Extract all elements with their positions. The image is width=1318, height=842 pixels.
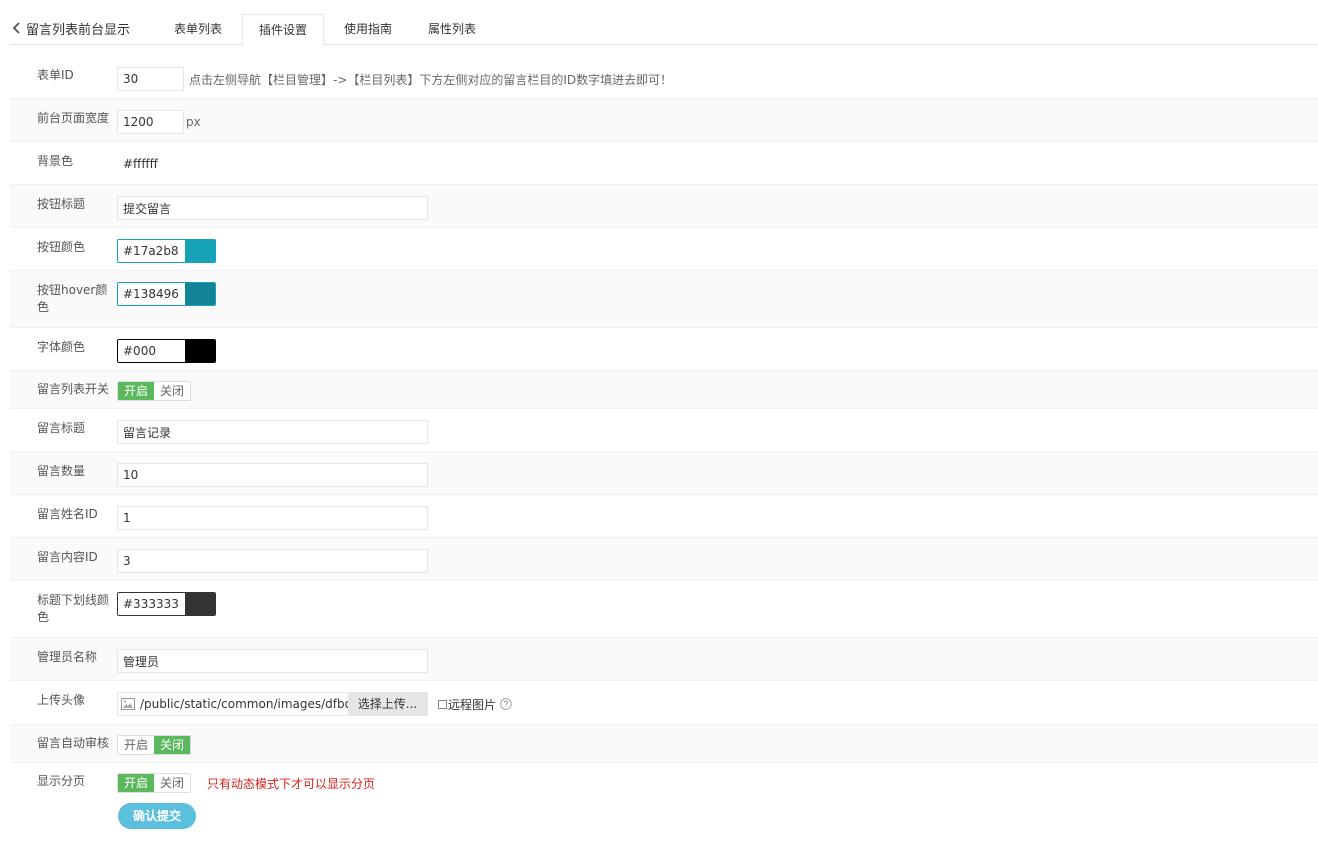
button-color-label: 按钮颜色 — [37, 240, 86, 254]
message-title-input[interactable] — [117, 420, 428, 444]
back-link[interactable]: 留言列表前台显示 — [10, 18, 130, 38]
form-id-hint: 点击左侧导航【栏目管理】->【栏目列表】下方左侧对应的留言栏目的ID数字填进去即… — [189, 72, 673, 87]
remote-image-option[interactable]: 远程图片 — [438, 696, 512, 713]
avatar-path[interactable]: /public/static/common/images/dfboy.png — [140, 697, 348, 711]
settings-form: 表单ID 点击左侧导航【栏目管理】->【栏目列表】下方左侧对应的留言栏目的ID数… — [10, 55, 1318, 833]
form-row-message-count: 留言数量 — [10, 452, 1318, 495]
button-color-swatch[interactable] — [185, 240, 215, 262]
avatar-label: 上传头像 — [37, 693, 86, 707]
name-id-label: 留言姓名ID — [37, 507, 98, 521]
message-title-label: 留言标题 — [37, 421, 86, 435]
form-row-avatar: 上传头像 /public/static/common/images/dfboy.… — [10, 681, 1318, 725]
button-color-picker — [117, 239, 216, 263]
form-row-page-width: 前台页面宽度 px — [10, 99, 1318, 142]
auto-review-toggle: 开启 关闭 — [117, 735, 192, 755]
avatar-upload: /public/static/common/images/dfboy.png 选… — [117, 692, 428, 716]
image-icon — [121, 698, 135, 710]
pagination-off[interactable]: 关闭 — [154, 774, 191, 792]
pagination-label: 显示分页 — [37, 774, 86, 788]
button-title-input[interactable] — [117, 196, 428, 220]
tab-usage-guide[interactable]: 使用指南 — [328, 14, 408, 45]
remote-image-label: 远程图片 — [448, 697, 497, 712]
page-header: 留言列表前台显示 表单列表 插件设置 使用指南 属性列表 — [10, 14, 1318, 46]
title-underline-color-picker — [117, 592, 216, 616]
pagination-on[interactable]: 开启 — [118, 774, 155, 792]
tab-form-list[interactable]: 表单列表 — [158, 14, 238, 45]
button-hover-color-picker — [117, 282, 216, 306]
content-id-input[interactable] — [117, 549, 428, 573]
avatar-upload-button[interactable]: 选择上传... — [348, 693, 427, 715]
chevron-left-icon — [12, 22, 20, 34]
form-row-content-id: 留言内容ID — [10, 538, 1318, 581]
form-row-form-id: 表单ID 点击左侧导航【栏目管理】->【栏目列表】下方左侧对应的留言栏目的ID数… — [10, 55, 1318, 99]
list-switch-label: 留言列表开关 — [37, 382, 110, 396]
form-row-button-hover-color: 按钮hover颜色 — [10, 271, 1318, 328]
list-switch-on[interactable]: 开启 — [118, 382, 155, 400]
tab-attribute-list[interactable]: 属性列表 — [412, 14, 492, 45]
form-row-bg-color: 背景色 #ffffff — [10, 142, 1318, 185]
tab-bar: 表单列表 插件设置 使用指南 属性列表 — [158, 14, 496, 46]
title-underline-color-input[interactable] — [118, 593, 185, 615]
submit-button[interactable]: 确认提交 — [118, 803, 196, 829]
button-title-label: 按钮标题 — [37, 197, 86, 211]
button-hover-color-input[interactable] — [118, 283, 185, 305]
content-id-label: 留言内容ID — [37, 550, 98, 564]
remote-image-checkbox[interactable] — [438, 699, 447, 709]
form-row-list-switch: 留言列表开关 开启 关闭 — [10, 371, 1318, 409]
back-label: 留言列表前台显示 — [26, 22, 131, 38]
title-underline-color-swatch[interactable] — [185, 593, 215, 615]
form-row-font-color: 字体颜色 — [10, 328, 1318, 371]
button-hover-color-label: 按钮hover颜色 — [37, 283, 108, 314]
auto-review-off[interactable]: 关闭 — [154, 736, 191, 754]
bg-color-label: 背景色 — [37, 154, 74, 168]
form-id-input[interactable] — [117, 67, 184, 91]
message-count-label: 留言数量 — [37, 464, 86, 478]
font-color-picker — [117, 339, 216, 363]
pagination-hint: 只有动态模式下才可以显示分页 — [207, 776, 376, 791]
list-switch-toggle: 开启 关闭 — [117, 381, 192, 401]
form-row-admin-name: 管理员名称 — [10, 638, 1318, 681]
form-row-button-title: 按钮标题 — [10, 185, 1318, 228]
form-row-title-underline-color: 标题下划线颜色 — [10, 581, 1318, 638]
form-row-pagination: 显示分页 开启 关闭 只有动态模式下才可以显示分页 — [10, 763, 1318, 833]
button-hover-color-swatch[interactable] — [185, 283, 215, 305]
page-width-unit: px — [186, 115, 201, 129]
form-row-message-title: 留言标题 — [10, 409, 1318, 452]
page-width-input[interactable] — [117, 110, 184, 134]
form-row-button-color: 按钮颜色 — [10, 228, 1318, 271]
name-id-input[interactable] — [117, 506, 428, 530]
auto-review-on[interactable]: 开启 — [118, 736, 155, 754]
message-count-input[interactable] — [117, 463, 428, 487]
admin-name-label: 管理员名称 — [37, 650, 98, 664]
font-color-label: 字体颜色 — [37, 340, 86, 354]
help-icon[interactable] — [500, 698, 512, 710]
page-width-label: 前台页面宽度 — [37, 111, 110, 125]
title-underline-color-label: 标题下划线颜色 — [37, 593, 110, 624]
auto-review-label: 留言自动审核 — [37, 736, 110, 750]
tab-plugin-settings[interactable]: 插件设置 — [242, 14, 325, 46]
form-row-auto-review: 留言自动审核 开启 关闭 — [10, 725, 1318, 763]
form-row-name-id: 留言姓名ID — [10, 495, 1318, 538]
button-color-input[interactable] — [118, 240, 185, 262]
form-id-label: 表单ID — [37, 68, 74, 82]
font-color-swatch[interactable] — [185, 340, 215, 362]
list-switch-off[interactable]: 关闭 — [154, 382, 191, 400]
bg-color-value[interactable]: #ffffff — [117, 157, 158, 171]
font-color-input[interactable] — [118, 340, 185, 362]
pagination-toggle: 开启 关闭 — [117, 773, 192, 793]
admin-name-input[interactable] — [117, 649, 428, 673]
